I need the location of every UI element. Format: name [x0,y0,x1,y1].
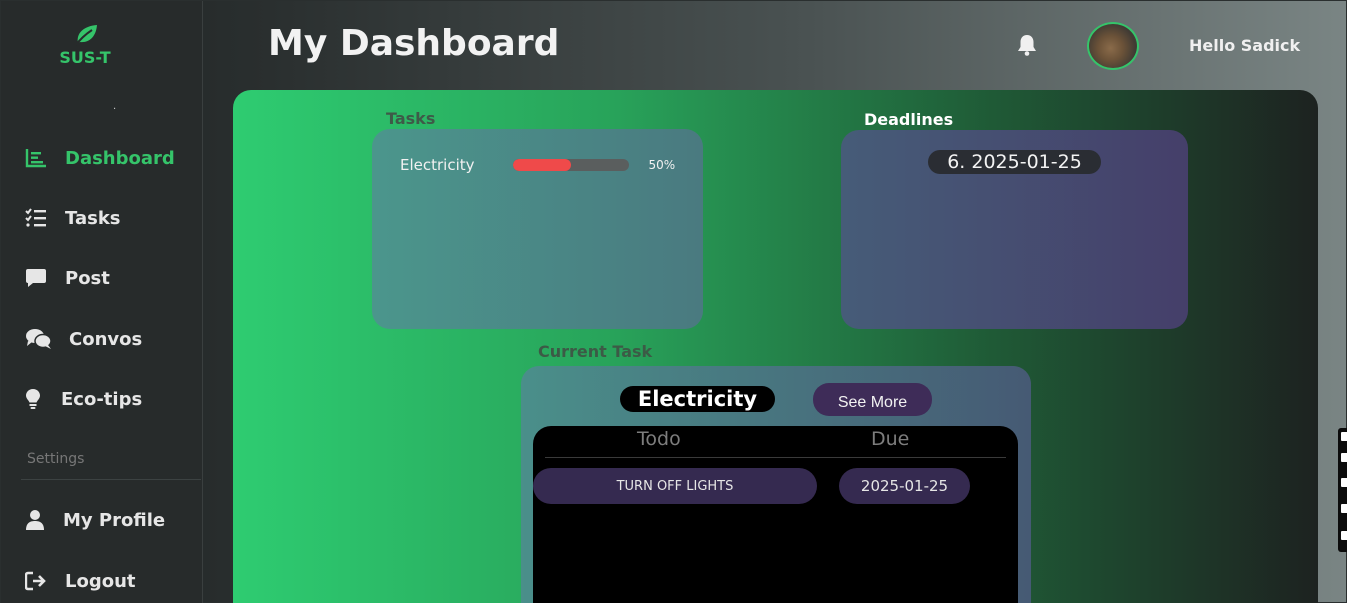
dashboard-panel: Tasks Deadlines Electricity 50% 6. 2025-… [233,90,1318,603]
logout-icon [25,570,51,592]
task-progress-percent: 50% [648,158,676,172]
edge-tool-icon[interactable] [1341,504,1347,513]
task-progress-fill [512,159,571,171]
brand-name: SUS-T [59,48,111,67]
current-task-card: Electricity See More Todo Due TURN OFF L… [521,366,1031,603]
todo-due-date: 2025-01-25 [839,468,970,504]
edge-tool-icon[interactable] [1341,453,1347,462]
sidebar-item-my-profile[interactable]: My Profile [25,509,165,531]
todo-item[interactable]: TURN OFF LIGHTS [533,468,817,504]
comment-icon [25,267,51,289]
edge-tool-icon[interactable] [1341,478,1347,487]
todo-column-header: Todo [637,428,681,450]
sidebar-item-label: Eco-tips [61,388,143,410]
task-progress-row[interactable]: Electricity 50% [400,156,675,174]
see-more-button[interactable]: See More [813,383,932,416]
sidebar-item-label: Dashboard [65,147,175,169]
tasks-section-label: Tasks [386,109,436,128]
user-greeting: Hello Sadick [1189,36,1301,55]
tasks-card: Electricity 50% [372,129,703,329]
settings-divider [21,479,201,480]
sidebar-item-eco-tips[interactable]: Eco-tips [25,388,142,410]
deadlines-card: 6. 2025-01-25 [841,130,1188,329]
current-task-section-label: Current Task [538,342,653,361]
deadlines-section-label: Deadlines [864,110,954,129]
sidebar-item-convos[interactable]: Convos [25,328,142,350]
sidebar-item-label: Post [65,267,110,289]
sidebar-item-label: My Profile [63,509,166,531]
sidebar-item-dashboard[interactable]: Dashboard [25,147,175,169]
page-title: My Dashboard [268,23,560,64]
edge-tool-icon[interactable] [1341,432,1347,441]
sidebar: SUS-T . Dashboard Tasks Post Convos Eco-… [1,1,203,603]
deadline-item[interactable]: 6. 2025-01-25 [928,150,1101,174]
sidebar-item-tasks[interactable]: Tasks [25,207,121,229]
leaf-icon [75,25,97,46]
todo-table: Todo Due TURN OFF LIGHTS 2025-01-25 [533,426,1018,603]
table-header-divider [545,457,1006,458]
tasks-list-icon [25,207,51,229]
sidebar-item-label: Convos [69,328,143,350]
sidebar-item-label: Logout [65,570,136,592]
settings-section-label: Settings [27,451,85,467]
task-progress-bar [512,159,629,171]
lightbulb-icon [25,388,47,410]
due-column-header: Due [871,428,910,450]
bell-icon[interactable] [1017,34,1037,60]
decorative-dot: . [113,101,117,112]
sidebar-item-logout[interactable]: Logout [25,570,136,592]
user-icon [25,509,51,531]
edge-tool-icon[interactable] [1341,531,1347,540]
sidebar-item-label: Tasks [65,207,121,229]
edge-toolbar[interactable] [1338,428,1347,552]
current-task-name: Electricity [620,386,775,412]
chart-icon [25,147,51,169]
avatar[interactable] [1087,22,1139,70]
comments-icon [25,328,57,350]
task-name: Electricity [400,156,475,174]
sidebar-item-post[interactable]: Post [25,267,110,289]
brand-logo[interactable]: SUS-T [55,23,115,67]
